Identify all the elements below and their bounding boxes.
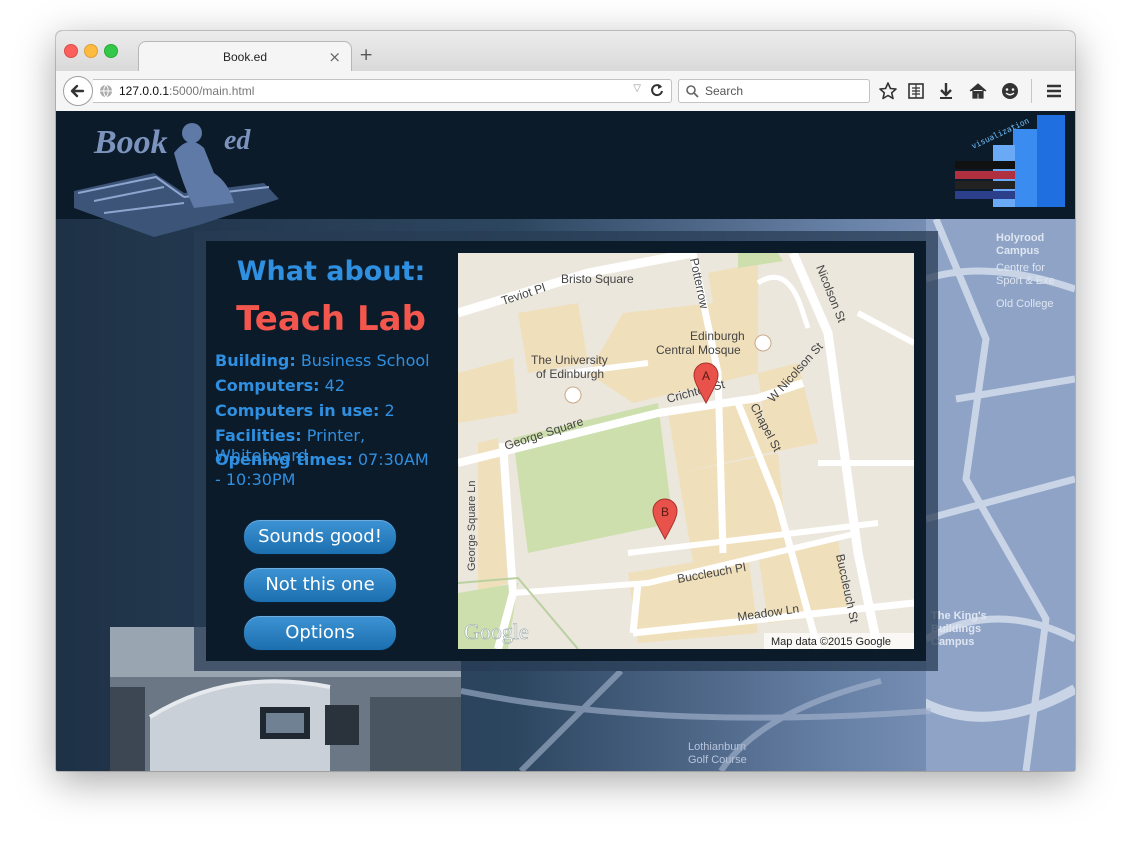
detail-value: 2 — [384, 401, 395, 420]
detail-computers: Computers: 42 — [215, 376, 455, 396]
detail-label: Computers in use: — [215, 401, 380, 420]
reading-list-icon[interactable] — [906, 81, 926, 101]
mosque-icon — [754, 334, 772, 352]
url-host: 127.0.0.1 — [119, 84, 170, 98]
map-label-university: The University — [531, 353, 608, 367]
download-icon[interactable] — [936, 81, 956, 101]
bg-label-kings: The King's — [931, 610, 987, 622]
browser-window: Book.ed × + 127.0.0.1:5000/main.html ▽ S… — [56, 31, 1075, 771]
tab-book-ed[interactable]: Book.ed × — [138, 41, 352, 72]
detail-value: Business School — [300, 351, 430, 370]
toolbar-divider — [1031, 79, 1032, 103]
not-this-one-button[interactable]: Not this one — [243, 567, 397, 603]
bg-label-buildings: Buildings — [931, 623, 981, 635]
detail-opening-times: Opening times: 07:30AM - 10:30PM — [215, 450, 430, 490]
background-map-roads — [461, 671, 931, 771]
detail-label: Opening times: — [215, 450, 353, 469]
tab-title: Book.ed — [222, 50, 268, 64]
map-label-george-square-ln: George Square Ln — [466, 480, 478, 571]
logo-word-book: Book — [93, 124, 168, 161]
map-attribution: Map data ©2015 Google — [771, 636, 891, 648]
detail-value: 42 — [324, 376, 346, 395]
home-icon[interactable] — [968, 81, 988, 101]
bg-label-old-college: Old College — [996, 298, 1053, 310]
logo-word-ed: ed — [224, 125, 251, 156]
detail-building: Building: Business School — [215, 351, 455, 371]
marker-b-label: B — [661, 505, 669, 519]
detail-computers-in-use: Computers in use: 2 — [215, 401, 455, 421]
detail-label: Building: — [215, 351, 296, 370]
sounds-good-button[interactable]: Sounds good! — [243, 519, 397, 555]
options-button[interactable]: Options — [243, 615, 397, 651]
title-bar: Book.ed × + — [56, 31, 1075, 72]
menu-icon[interactable] — [1044, 81, 1064, 101]
bg-label-campus: Campus — [996, 245, 1039, 257]
url-path: :5000/main.html — [169, 84, 255, 98]
heading-what-about: What about: — [236, 256, 426, 287]
detail-label: Facilities: — [215, 426, 302, 445]
page-content: Holyrood Campus Centre for Sport & Exe O… — [56, 111, 1075, 771]
bg-label-centre: Centre for — [996, 262, 1045, 274]
reload-icon[interactable] — [649, 82, 665, 98]
search-icon — [686, 85, 699, 98]
google-logo: Google — [464, 619, 529, 644]
bg-label-holyrood: Holyrood — [996, 232, 1044, 244]
map-label-edinburgh: Edinburgh — [690, 329, 745, 343]
map-svg: Teviot Pl Bristo Square Potterrow Nicols… — [458, 253, 914, 649]
globe-icon — [100, 84, 112, 98]
url-text: 127.0.0.1:5000/main.html — [119, 84, 254, 98]
social-icon[interactable] — [1000, 81, 1020, 101]
place-name: Teach Lab — [236, 299, 426, 339]
search-placeholder: Search — [705, 84, 744, 98]
visualization-logo: visualization — [955, 115, 1065, 207]
marker-a-label: A — [702, 369, 710, 383]
address-bar[interactable]: 127.0.0.1:5000/main.html ▽ — [93, 79, 672, 103]
bookd-logo: Book ed — [74, 123, 279, 237]
close-window-button[interactable] — [64, 44, 78, 58]
bg-label-sport: Sport & Exe — [996, 275, 1055, 287]
map-label-bristo: Bristo Square — [561, 272, 634, 286]
tab-close-icon[interactable]: × — [328, 48, 341, 66]
background-map: Holyrood Campus Centre for Sport & Exe O… — [926, 219, 1075, 771]
minimize-window-button[interactable] — [84, 44, 98, 58]
map-label-central-mosque: Central Mosque — [656, 343, 741, 357]
search-input[interactable]: Search — [678, 79, 870, 103]
url-dropdown-icon[interactable]: ▽ — [633, 83, 641, 94]
bookmark-star-icon[interactable] — [878, 81, 898, 101]
back-button[interactable] — [63, 76, 93, 106]
navigation-bar: 127.0.0.1:5000/main.html ▽ Search — [56, 71, 1075, 112]
back-arrow-icon — [70, 84, 85, 98]
zoom-window-button[interactable] — [104, 44, 118, 58]
university-icon — [564, 386, 582, 404]
new-tab-icon[interactable]: + — [359, 45, 373, 65]
map-view[interactable]: Teviot Pl Bristo Square Potterrow Nicols… — [458, 253, 914, 649]
site-header: Book ed visualization — [56, 111, 1075, 237]
detail-label: Computers: — [215, 376, 320, 395]
map-label-of-edinburgh: of Edinburgh — [536, 367, 604, 381]
